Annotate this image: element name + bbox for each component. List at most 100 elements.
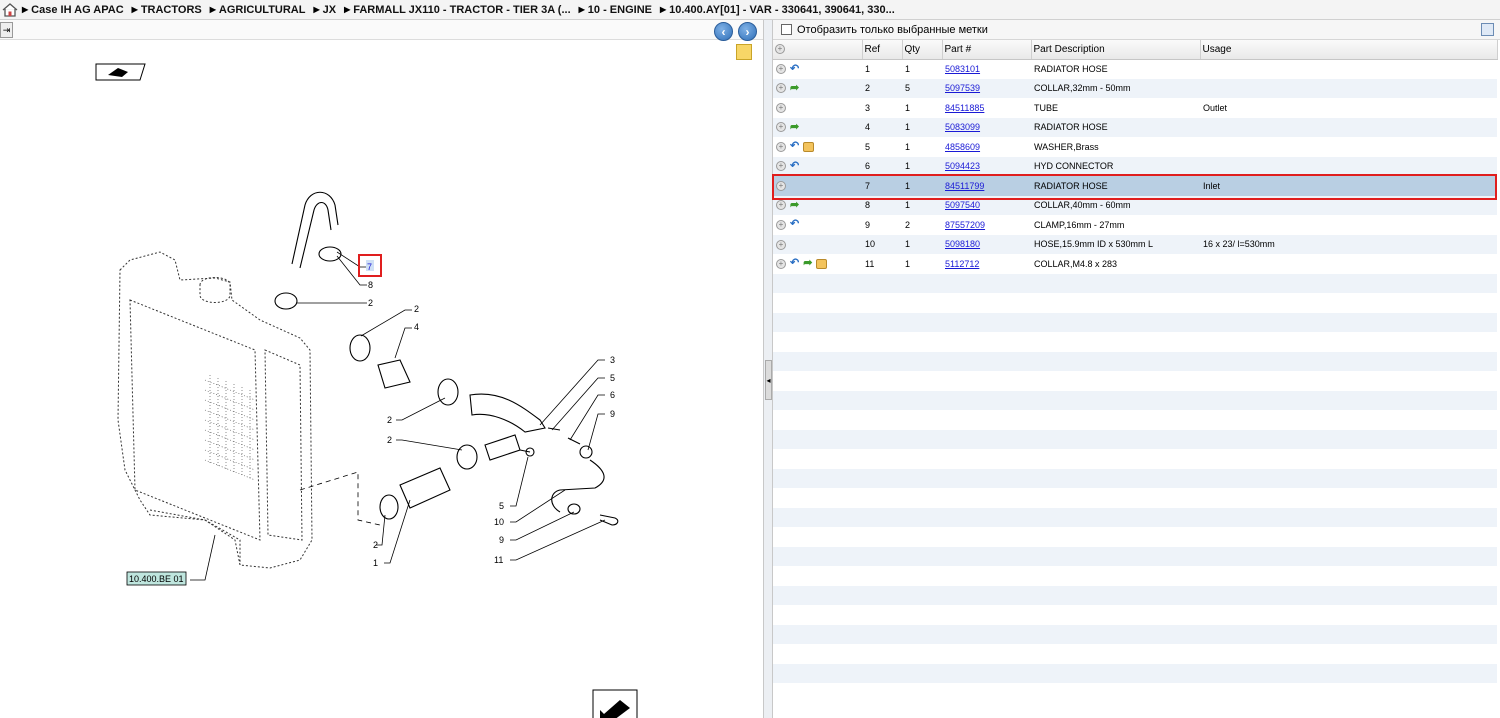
table-row[interactable]: + ↶ 9 2 87557209 CLAMP,16mm - 27mm bbox=[773, 215, 1497, 235]
table-row[interactable]: + ↶ 6 1 5094423 HYD CONNECTOR bbox=[773, 156, 1497, 176]
replaced-by-icon[interactable]: ↶ bbox=[790, 160, 799, 172]
row-actions: + ↶ bbox=[773, 156, 862, 176]
callout-5[interactable]: 5 bbox=[610, 373, 615, 383]
add-to-cart-icon[interactable]: + bbox=[776, 141, 786, 152]
add-to-cart-icon[interactable]: + bbox=[776, 200, 786, 211]
part-number-link[interactable]: 5094423 bbox=[945, 161, 980, 171]
table-row[interactable]: + ↶ 1 1 5083101 RADIATOR HOSE bbox=[773, 59, 1497, 79]
pane-splitter[interactable]: ◂ bbox=[763, 20, 773, 718]
breadcrumb-item[interactable]: ▶ Case IH AG APAC bbox=[22, 4, 124, 16]
add-to-cart-icon[interactable]: + bbox=[776, 239, 786, 250]
add-to-cart-icon[interactable]: + bbox=[776, 83, 786, 94]
package-icon[interactable] bbox=[803, 141, 815, 152]
part-number-link[interactable]: 5083101 bbox=[945, 64, 980, 74]
part-number-link[interactable]: 5083099 bbox=[945, 122, 980, 132]
add-to-cart-icon[interactable]: + bbox=[776, 122, 786, 133]
callout-2[interactable]: 2 bbox=[414, 304, 419, 314]
column-header-part[interactable]: Part # bbox=[942, 40, 1032, 60]
replaces-icon[interactable]: ➦ bbox=[790, 121, 799, 133]
callout-1[interactable]: 1 bbox=[373, 558, 378, 568]
previous-page-button[interactable]: ‹ bbox=[714, 22, 733, 41]
show-selected-label: Отобразить только выбранные метки bbox=[797, 23, 988, 36]
part-number-link[interactable]: 5112712 bbox=[945, 259, 979, 269]
part-number-link[interactable]: 4858609 bbox=[945, 142, 980, 152]
callout-9[interactable]: 9 bbox=[499, 535, 504, 545]
empty-row bbox=[773, 527, 1497, 547]
row-actions: + bbox=[773, 176, 862, 196]
add-to-cart-icon[interactable]: + bbox=[776, 64, 786, 75]
part-number-link[interactable]: 5098180 bbox=[945, 239, 980, 249]
callout-5[interactable]: 5 bbox=[499, 501, 504, 511]
cell-part-number: 5098180 bbox=[942, 234, 1031, 254]
table-row[interactable]: +7 1 84511799 RADIATOR HOSE Inlet bbox=[773, 176, 1497, 196]
add-to-cart-icon[interactable]: + bbox=[776, 219, 786, 230]
part-number-link[interactable]: 5097539 bbox=[945, 83, 980, 93]
table-row[interactable]: +3 1 84511885 TUBE Outlet bbox=[773, 98, 1497, 118]
cell-description: TUBE bbox=[1031, 98, 1200, 118]
replaced-by-icon[interactable]: ↶ bbox=[790, 219, 799, 230]
breadcrumb-label: TRACTORS bbox=[140, 3, 202, 16]
row-actions: + ↶ bbox=[773, 59, 862, 79]
breadcrumb-item[interactable]: ▶ 10 - ENGINE bbox=[579, 4, 652, 16]
empty-row bbox=[773, 624, 1497, 644]
callout-4[interactable]: 4 bbox=[414, 322, 419, 332]
table-row[interactable]: + ➦ 4 1 5083099 RADIATOR HOSE bbox=[773, 117, 1497, 137]
callout-6[interactable]: 6 bbox=[610, 390, 615, 400]
part-number-link[interactable]: 5097540 bbox=[945, 200, 980, 210]
callout-3[interactable]: 3 bbox=[610, 355, 615, 365]
replaced-by-icon[interactable]: ↶ bbox=[790, 258, 799, 269]
return-icon[interactable] bbox=[95, 63, 146, 81]
show-selected-checkbox[interactable] bbox=[781, 24, 792, 35]
table-row[interactable]: + ➦ 2 5 5097539 COLLAR,32mm - 50mm bbox=[773, 78, 1497, 98]
replaces-icon[interactable]: ➦ bbox=[790, 82, 799, 94]
empty-row bbox=[773, 293, 1497, 313]
column-header-description[interactable]: Part Description bbox=[1031, 40, 1201, 60]
svg-text:7: 7 bbox=[367, 262, 372, 272]
callout-9[interactable]: 9 bbox=[610, 409, 615, 419]
reference-label[interactable]: 10.400.BE 01 bbox=[126, 571, 187, 586]
cell-usage bbox=[1200, 59, 1497, 79]
callout-7-highlight[interactable]: 7 bbox=[358, 254, 382, 277]
part-number-link[interactable]: 84511799 bbox=[945, 181, 984, 191]
column-settings-icon[interactable] bbox=[1481, 23, 1494, 36]
column-header-qty[interactable]: Qty bbox=[902, 40, 943, 60]
callout-11[interactable]: 11 bbox=[494, 555, 503, 565]
add-to-cart-icon[interactable]: + bbox=[776, 103, 786, 114]
callout-2[interactable]: 2 bbox=[387, 435, 392, 445]
callout-8[interactable]: 8 bbox=[368, 280, 373, 290]
expand-side-icon[interactable]: ⇥ bbox=[0, 22, 13, 38]
column-header-ref[interactable]: Ref bbox=[862, 40, 903, 60]
table-row[interactable]: + ➦ 8 1 5097540 COLLAR,40mm - 60mm bbox=[773, 195, 1497, 215]
column-header-usage[interactable]: Usage bbox=[1200, 40, 1498, 60]
add-to-cart-icon[interactable]: + bbox=[776, 181, 786, 192]
breadcrumb-item[interactable]: ▶ AGRICULTURAL bbox=[210, 4, 306, 16]
go-to-related-icon[interactable] bbox=[592, 689, 638, 718]
row-actions: + bbox=[773, 234, 862, 254]
add-to-cart-icon[interactable]: + bbox=[776, 258, 786, 269]
next-page-button[interactable]: › bbox=[738, 22, 757, 41]
replaced-by-icon[interactable]: ↶ bbox=[790, 141, 799, 152]
collapse-left-icon[interactable]: ◂ bbox=[765, 360, 772, 400]
part-number-link[interactable]: 84511885 bbox=[945, 103, 984, 113]
part-number-link[interactable]: 87557209 bbox=[945, 220, 985, 230]
cell-usage bbox=[1200, 78, 1497, 98]
replaced-by-icon[interactable]: ↶ bbox=[790, 63, 799, 75]
breadcrumb-item[interactable]: ▶ JX bbox=[313, 4, 336, 16]
callout-2[interactable]: 2 bbox=[373, 540, 378, 550]
table-row[interactable]: + ↶ 5 1 4858609 WASHER,Brass bbox=[773, 137, 1497, 157]
breadcrumb-item[interactable]: ▶ TRACTORS bbox=[132, 4, 202, 16]
home-icon[interactable] bbox=[2, 2, 18, 17]
add-to-cart-icon[interactable]: + bbox=[776, 161, 786, 172]
callout-2[interactable]: 2 bbox=[387, 415, 392, 425]
breadcrumb-item[interactable]: ▶ 10.400.AY[01] - VAR - 330641, 390641, 3… bbox=[660, 4, 895, 16]
replaces-icon[interactable]: ➦ bbox=[803, 258, 812, 269]
column-header-select[interactable]: + bbox=[773, 40, 863, 60]
package-icon[interactable] bbox=[816, 258, 828, 269]
cell-description: RADIATOR HOSE bbox=[1031, 176, 1200, 196]
table-row[interactable]: + ↶ ➦ 11 1 5112712 COLLAR,M4.8 x 283 bbox=[773, 254, 1497, 274]
replaces-icon[interactable]: ➦ bbox=[790, 199, 799, 211]
callout-2[interactable]: 2 bbox=[368, 298, 373, 308]
callout-10[interactable]: 10 bbox=[494, 517, 504, 527]
table-row[interactable]: +10 1 5098180 HOSE,15.9mm ID x 530mm L 16 x … bbox=[773, 234, 1497, 254]
breadcrumb-item[interactable]: ▶ FARMALL JX110 - TRACTOR - TIER 3A (... bbox=[344, 4, 571, 16]
